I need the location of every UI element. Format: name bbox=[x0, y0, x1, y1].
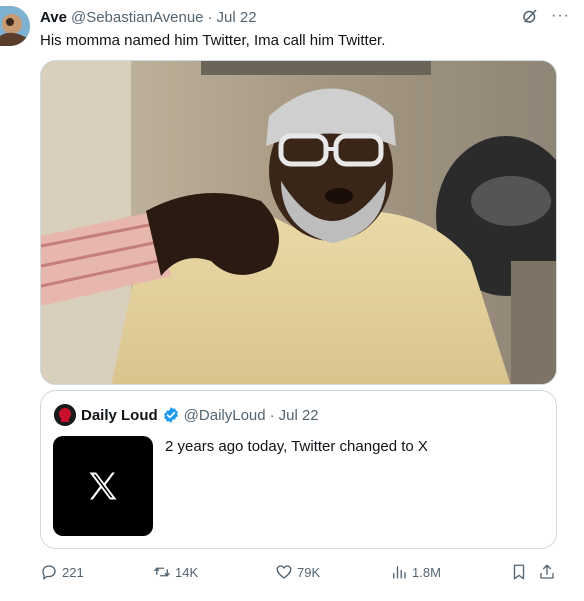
heart-icon bbox=[276, 565, 292, 579]
bookmark-icon bbox=[513, 564, 525, 580]
grok-icon[interactable] bbox=[521, 7, 539, 25]
quoted-tweet[interactable]: Daily Loud @DailyLoud · Jul 22 2 years a… bbox=[40, 390, 557, 549]
reply-button[interactable]: 221 bbox=[40, 560, 84, 584]
views-count: 1.8M bbox=[412, 564, 441, 580]
views-icon bbox=[393, 566, 406, 579]
quote-author-avatar[interactable] bbox=[54, 404, 76, 426]
tweet-text: His momma named him Twitter, Ima call hi… bbox=[40, 32, 386, 49]
header-actions: ··· bbox=[521, 7, 570, 25]
share-icon bbox=[540, 564, 554, 579]
tweet-header: Ave @SebastianAvenue · Jul 22 bbox=[40, 7, 584, 27]
quote-author-name[interactable]: Daily Loud bbox=[81, 407, 158, 424]
bookmark-button[interactable] bbox=[510, 560, 528, 584]
separator-dot: · bbox=[207, 8, 213, 26]
tweet-actions-bar: 221 14K 79K 1.8M bbox=[40, 560, 560, 584]
reply-count: 221 bbox=[62, 564, 84, 580]
tweet-media-image[interactable] bbox=[40, 60, 557, 385]
like-button[interactable]: 79K bbox=[275, 560, 320, 584]
quote-date[interactable]: Jul 22 bbox=[279, 407, 319, 424]
more-options-icon[interactable]: ··· bbox=[551, 7, 570, 25]
repost-count: 14K bbox=[175, 564, 199, 580]
quote-author-handle[interactable]: @DailyLoud bbox=[184, 407, 266, 424]
x-logo-icon bbox=[89, 472, 117, 500]
tweet-date[interactable]: Jul 22 bbox=[217, 9, 257, 26]
reply-icon bbox=[42, 565, 56, 580]
author-name[interactable]: Ave bbox=[40, 9, 67, 26]
share-button[interactable] bbox=[538, 560, 556, 584]
repost-button[interactable]: 14K bbox=[153, 560, 198, 584]
views-button[interactable]: 1.8M bbox=[390, 560, 441, 584]
quote-text: 2 years ago today, Twitter changed to X bbox=[165, 438, 428, 455]
author-handle[interactable]: @SebastianAvenue bbox=[71, 9, 204, 26]
quote-media-thumbnail[interactable] bbox=[53, 436, 153, 536]
author-avatar[interactable] bbox=[0, 6, 30, 46]
quote-header: Daily Loud @DailyLoud · Jul 22 bbox=[81, 406, 319, 424]
repost-icon bbox=[154, 567, 170, 577]
like-count: 79K bbox=[297, 564, 321, 580]
verified-badge-icon bbox=[163, 407, 178, 423]
quote-separator-dot: · bbox=[269, 406, 275, 424]
